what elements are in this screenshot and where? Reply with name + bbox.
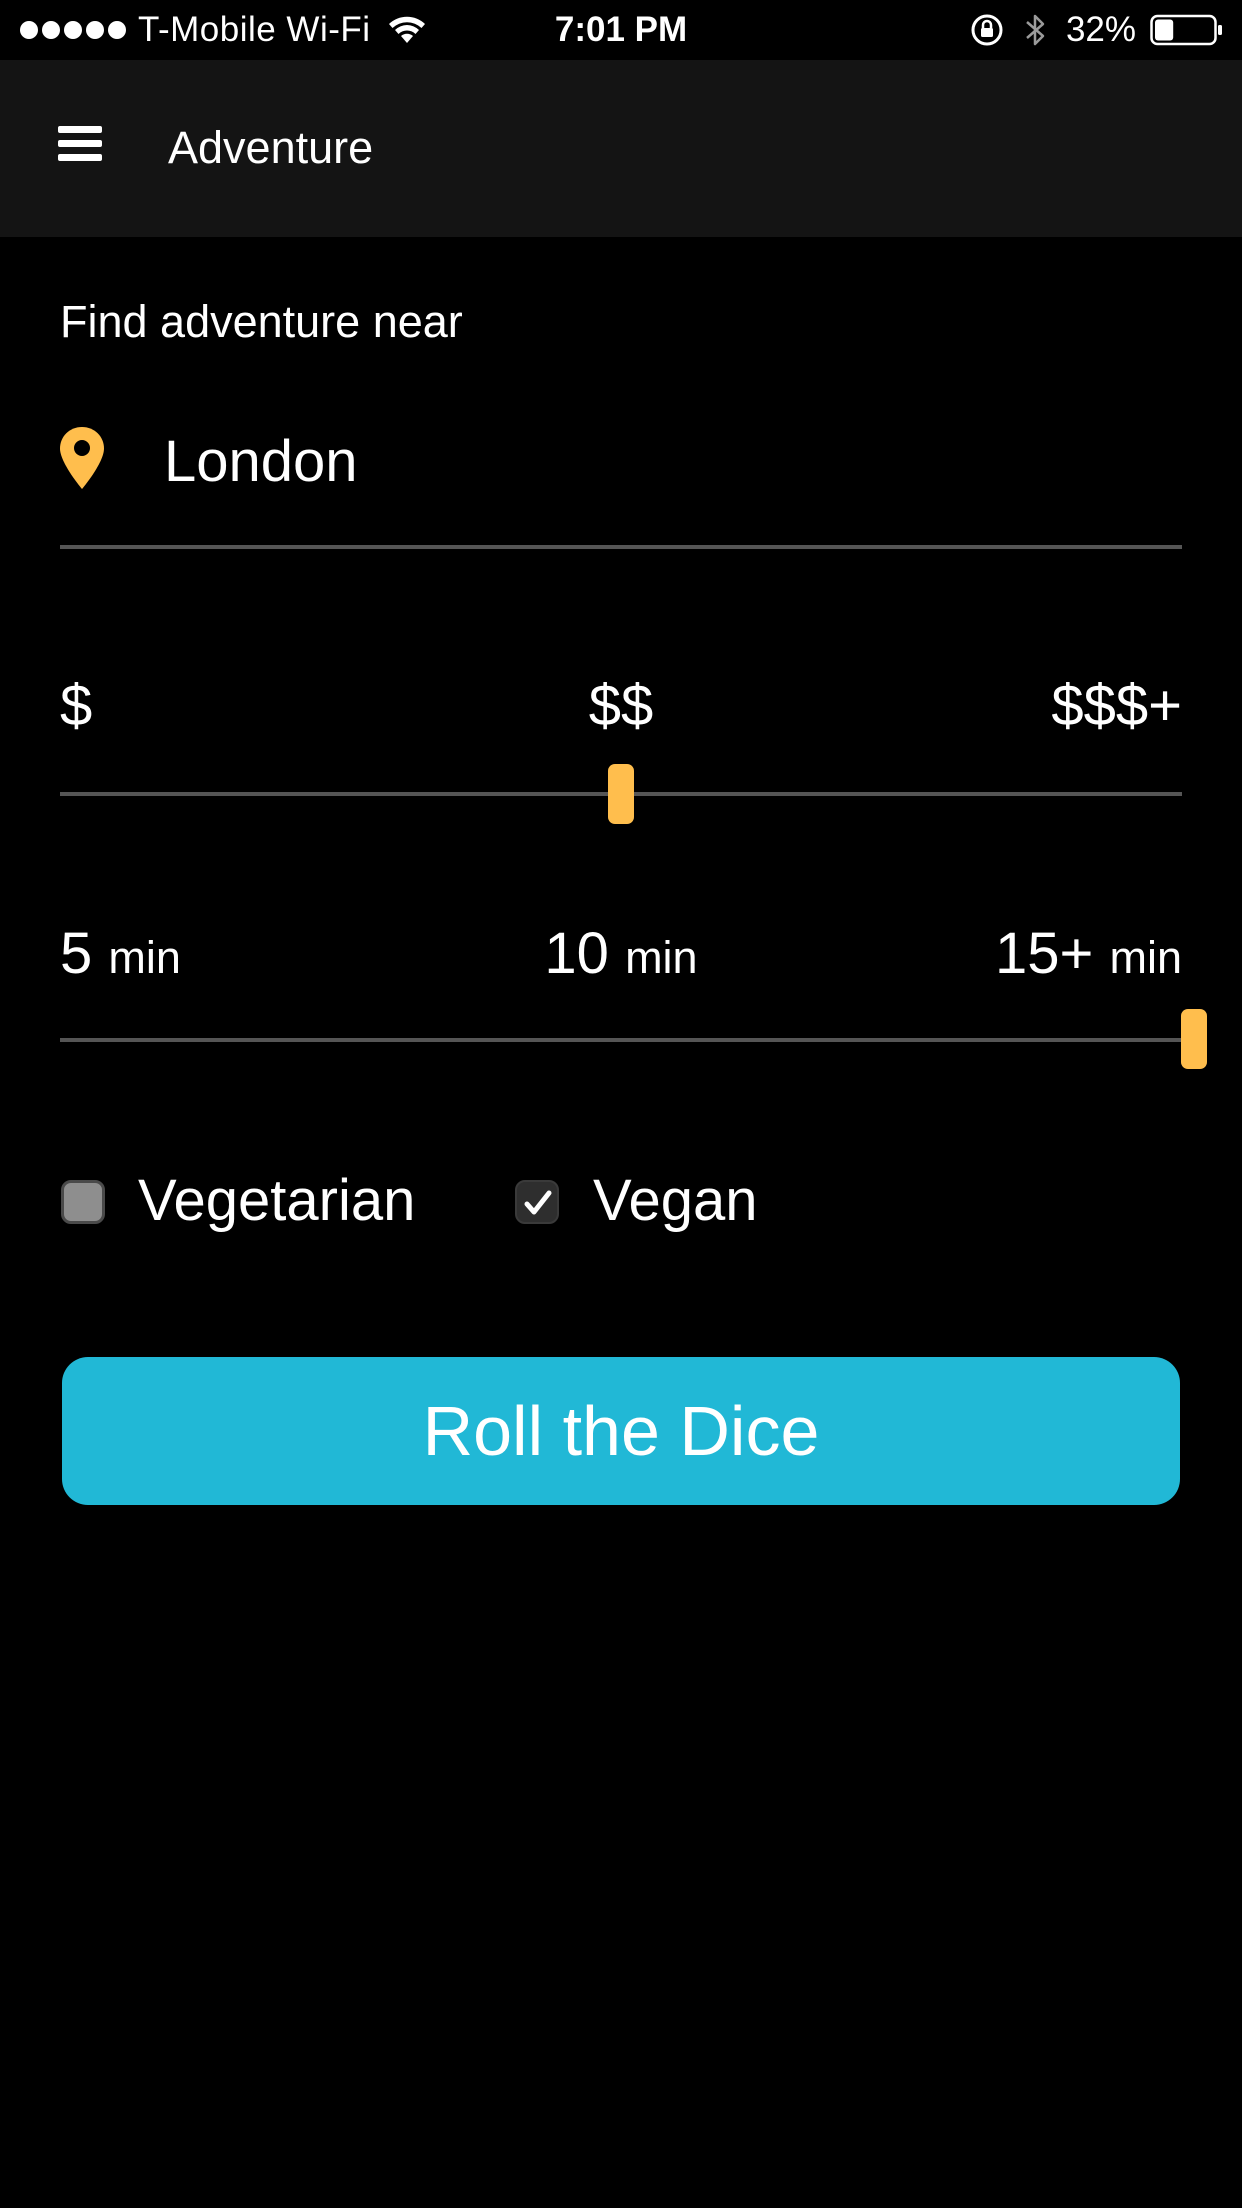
battery-icon — [1150, 14, 1222, 46]
time-label-mid-value: 10 — [544, 921, 609, 986]
time-slider-track[interactable] — [60, 1038, 1182, 1042]
app-header: Adventure — [0, 60, 1242, 237]
orientation-lock-icon — [971, 14, 1003, 46]
map-pin-icon — [60, 427, 104, 489]
vegetarian-checkbox[interactable] — [61, 1180, 105, 1224]
vegan-label[interactable]: Vegan — [593, 1165, 758, 1237]
battery-percent: 32% — [1065, 10, 1136, 49]
price-slider-thumb[interactable] — [608, 764, 634, 824]
location-input[interactable]: London — [164, 426, 358, 498]
time-label-high: 15+ min — [995, 918, 1182, 994]
vegetarian-label[interactable]: Vegetarian — [138, 1165, 415, 1237]
price-label-high: $$$+ — [1051, 673, 1182, 738]
checkmark-icon — [524, 1190, 552, 1215]
page-title: Adventure — [168, 122, 374, 173]
location-label: Find adventure near — [60, 296, 463, 347]
time-label-high-unit: min — [1109, 932, 1182, 983]
time-label-mid-unit: min — [625, 932, 698, 983]
location-underline — [60, 545, 1182, 549]
status-bar: T-Mobile Wi-Fi 7:01 PM 32% — [0, 0, 1242, 60]
bluetooth-icon — [1026, 14, 1045, 46]
screen: T-Mobile Wi-Fi 7:01 PM 32% Adventure Fin… — [0, 0, 1242, 2208]
time-label-high-value: 15+ — [994, 921, 1094, 986]
time-slider-thumb[interactable] — [1181, 1009, 1207, 1069]
vegan-checkbox[interactable] — [515, 1180, 559, 1224]
status-right: 32% — [970, 8, 1224, 52]
roll-the-dice-button[interactable]: Roll the Dice — [62, 1357, 1180, 1505]
hamburger-menu-icon[interactable] — [58, 126, 102, 162]
